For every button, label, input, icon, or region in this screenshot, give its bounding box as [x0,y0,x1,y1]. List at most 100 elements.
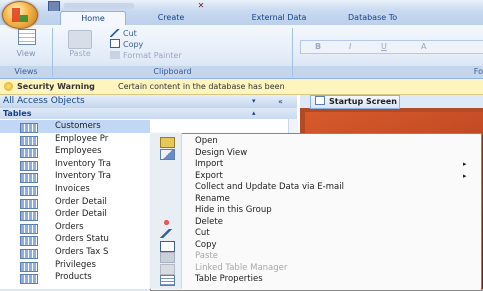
table-icon [20,223,38,234]
format-painter-icon [110,51,120,59]
cut-label: Cut [123,29,137,38]
office-logo-icon [12,8,28,22]
paste-button[interactable]: Paste [60,28,100,66]
chevron-up-icon[interactable]: ▴ [252,108,256,119]
nav-item-table[interactable]: Orders Tax S [0,246,150,259]
nav-item-label: Customers [55,121,101,131]
cut-icon [160,229,173,238]
nav-item-table[interactable]: Order Detail [0,208,150,222]
security-warning-message: Certain content in the database has been [118,82,285,91]
nav-item-label: Order Detail [55,209,107,220]
menu-item-rename[interactable]: Rename [195,194,230,205]
menu-item-collect-and-update-data-via-e-mail[interactable]: Collect and Update Data via E-mail [195,182,344,193]
nav-pane-header[interactable]: All Access Objects ▾ « [0,95,297,109]
nav-item-label: Invoices [55,184,90,194]
clipboard-icon [68,30,92,49]
menu-item-hide-in-this-group[interactable]: Hide in this Group [195,205,272,216]
menu-item-copy[interactable]: Copy [195,240,217,251]
group-label-views: Views [0,66,52,78]
menu-item-open[interactable]: Open [195,136,218,147]
ribbon: View Paste Cut Copy Format Painter B I U… [0,25,483,79]
document-tab-startup-screen[interactable]: Startup Screen [310,95,400,109]
menu-item-export[interactable]: Export [195,171,223,182]
nav-item-label: Products [55,272,92,283]
scissors-icon [110,29,120,37]
view-button[interactable]: View [6,28,46,66]
group-label-font: Fo [293,66,483,78]
nav-pane-title: All Access Objects [3,96,85,106]
tab-database-tools[interactable]: Database To [348,11,483,25]
nav-item-label: Privileges [55,259,96,270]
group-label-clipboard: Clipboard [53,66,292,78]
font-color-button[interactable]: A [421,42,426,52]
nav-item-table[interactable]: Privileges [0,259,150,272]
table-icon [20,186,38,196]
open-icon [160,137,175,148]
nav-group-label: Tables [3,109,32,118]
copy-icon [160,240,175,252]
form-icon [315,96,325,105]
table-icon [20,236,38,247]
nav-item-label: Orders Tax S [55,247,109,257]
design-view-icon [160,148,175,160]
tab-create[interactable]: Create [136,11,206,25]
close-icon[interactable]: ✕ [196,1,206,10]
copy-label: Copy [123,40,144,49]
cut-button[interactable]: Cut [110,28,137,39]
linked-table-icon [160,263,175,275]
submenu-arrow-icon: ▸ [463,171,467,180]
nav-item-label: Employees [55,146,102,157]
nav-item-table[interactable]: Employees [0,145,150,159]
nav-item-label: Orders [55,221,84,232]
nav-item-label: Orders Statu [55,234,109,245]
bold-button[interactable]: B [315,42,321,52]
menu-item-import[interactable]: Import [195,159,223,170]
tab-external-data[interactable]: External Data [224,11,334,25]
table-icon [20,173,38,184]
security-warning-title: Security Warning [17,82,95,91]
paste-button-label: Paste [69,49,91,58]
table-icon [20,198,38,209]
nav-item-label: Inventory Tra [55,158,111,169]
table-icon [20,135,38,146]
nav-item-table[interactable]: Invoices [0,183,150,196]
nav-item-table[interactable]: Orders [0,221,150,234]
copy-button[interactable]: Copy [110,39,143,50]
nav-item-table[interactable]: Employee Pr [0,133,150,146]
format-painter-button[interactable]: Format Painter [110,50,182,61]
font-formatting-bar: B I U A [300,40,483,54]
nav-item-table[interactable]: Products [0,271,150,285]
italic-button[interactable]: I [349,42,351,52]
nav-item-table[interactable]: Orders Statu [0,233,150,247]
nav-item-table[interactable]: Order Detail [0,196,150,209]
nav-item-table[interactable]: Inventory Tra [0,158,150,171]
menu-item-cut[interactable]: Cut [195,228,210,239]
chevron-down-icon[interactable]: ▾ [252,95,256,108]
table-icon [20,160,38,171]
menu-item-delete[interactable]: Delete [195,217,223,228]
datasheet-icon [18,29,36,45]
office-button[interactable] [2,1,38,29]
ribbon-tab-bar: Home Create External Data Database To [0,11,483,27]
menu-item-linked-table-manager[interactable]: Linked Table Manager [195,263,287,274]
format-painter-label: Format Painter [123,51,182,60]
menu-item-paste[interactable]: Paste [195,251,218,262]
nav-item-table[interactable]: Customers [0,120,150,133]
properties-icon [160,275,175,286]
nav-item-label: Employee Pr [55,133,109,144]
nav-item-table[interactable]: Inventory Tra [0,170,150,184]
collapse-pane-icon[interactable]: « [278,95,283,108]
nav-group-tables[interactable]: Tables ▴ [0,108,297,119]
table-icon [20,261,38,272]
copy-icon [110,39,120,48]
security-warning-bar: Security Warning Certain content in the … [0,79,483,95]
nav-item-label: Order Detail [55,196,107,207]
table-icon [20,249,38,259]
paste-icon [160,252,175,263]
underline-button[interactable]: U [381,42,387,52]
quick-access-toolbar[interactable] [64,3,134,9]
menu-item-design-view[interactable]: Design View [195,148,247,159]
delete-icon [160,217,173,227]
menu-item-table-properties[interactable]: Table Properties [195,274,263,285]
table-icon [20,123,38,133]
